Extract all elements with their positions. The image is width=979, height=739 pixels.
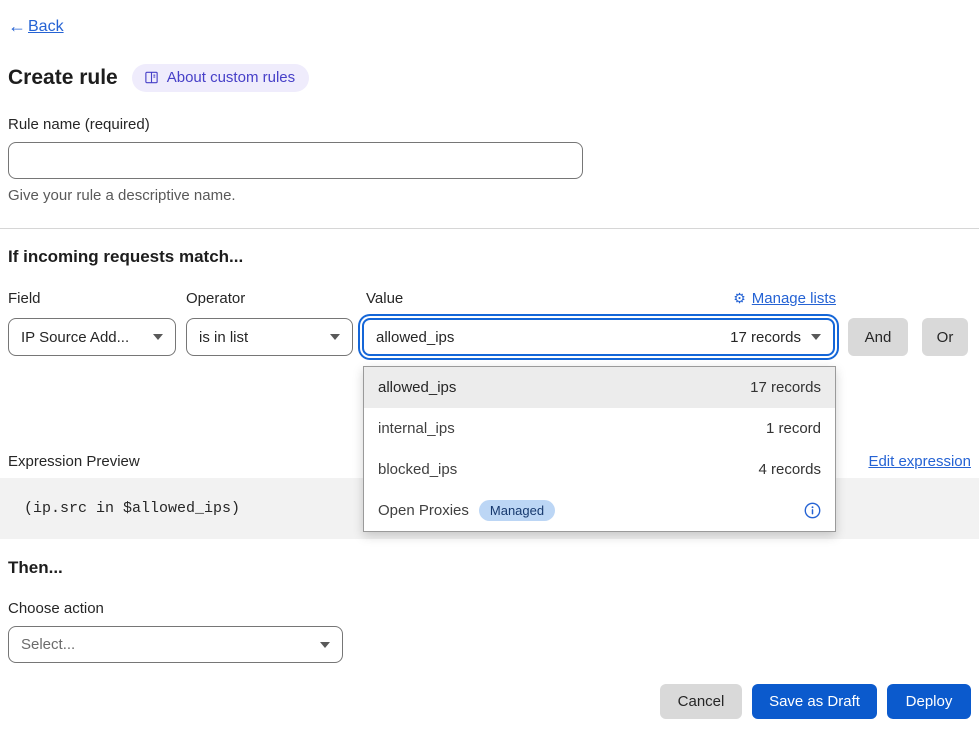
list-option-name: allowed_ips [378, 379, 456, 396]
list-option-open-proxies[interactable]: Open Proxies Managed [364, 490, 835, 531]
rule-name-helper: Give your rule a descriptive name. [8, 187, 236, 204]
action-placeholder: Select... [21, 636, 75, 653]
edit-expression-link[interactable]: Edit expression [868, 453, 971, 470]
list-option-meta: 17 records [750, 379, 821, 396]
expression-preview-label: Expression Preview [8, 453, 140, 470]
manage-lists-link[interactable]: ⚙ Manage lists [733, 290, 836, 307]
field-label: Field [8, 290, 41, 307]
chevron-down-icon [811, 334, 821, 340]
back-link[interactable]: ← Back [8, 16, 64, 37]
gear-icon: ⚙ [733, 290, 746, 307]
list-option-internal-ips[interactable]: internal_ips 1 record [364, 408, 835, 449]
operator-selected-value: is in list [199, 329, 248, 346]
and-button[interactable]: And [848, 318, 908, 356]
action-select[interactable]: Select... [8, 626, 343, 663]
page-title: Create rule [8, 66, 118, 90]
field-selected-value: IP Source Add... [21, 329, 129, 346]
list-option-name: blocked_ips [378, 461, 457, 478]
info-icon[interactable] [804, 502, 821, 519]
choose-action-label: Choose action [8, 600, 104, 617]
about-custom-rules-link[interactable]: About custom rules [132, 64, 309, 92]
expression-code: (ip.src in $allowed_ips) [24, 500, 240, 517]
cancel-button[interactable]: Cancel [660, 684, 742, 719]
chevron-down-icon [320, 642, 330, 648]
match-heading: If incoming requests match... [8, 247, 243, 267]
about-badge-label: About custom rules [167, 69, 295, 86]
rule-name-input[interactable] [8, 142, 583, 179]
chevron-down-icon [153, 334, 163, 340]
list-option-meta: 1 record [766, 420, 821, 437]
manage-lists-label: Manage lists [752, 290, 836, 307]
field-select[interactable]: IP Source Add... [8, 318, 176, 356]
chevron-down-icon [330, 334, 340, 340]
title-row: Create rule About custom rules [8, 64, 309, 92]
list-option-name: Open Proxies [378, 502, 469, 519]
list-option-allowed-ips[interactable]: allowed_ips 17 records [364, 367, 835, 408]
value-dropdown-panel: allowed_ips 17 records internal_ips 1 re… [363, 366, 836, 532]
section-divider [0, 228, 979, 229]
operator-select[interactable]: is in list [186, 318, 353, 356]
managed-badge: Managed [479, 500, 555, 521]
create-rule-page: ← Back Create rule About custom rules Ru… [0, 0, 979, 739]
value-selected-name: allowed_ips [376, 329, 454, 346]
back-arrow-icon: ← [8, 16, 26, 37]
book-icon [144, 70, 159, 85]
list-option-blocked-ips[interactable]: blocked_ips 4 records [364, 449, 835, 490]
deploy-button[interactable]: Deploy [887, 684, 971, 719]
value-selected-meta: 17 records [730, 329, 801, 346]
list-option-name: internal_ips [378, 420, 455, 437]
rule-name-label: Rule name (required) [8, 116, 150, 133]
save-as-draft-button[interactable]: Save as Draft [752, 684, 877, 719]
list-option-meta: 4 records [758, 461, 821, 478]
operator-label: Operator [186, 290, 245, 307]
value-select[interactable]: allowed_ips 17 records [362, 318, 835, 356]
value-label: Value [366, 290, 403, 307]
or-button[interactable]: Or [922, 318, 968, 356]
back-label: Back [28, 18, 64, 36]
then-heading: Then... [8, 558, 63, 578]
